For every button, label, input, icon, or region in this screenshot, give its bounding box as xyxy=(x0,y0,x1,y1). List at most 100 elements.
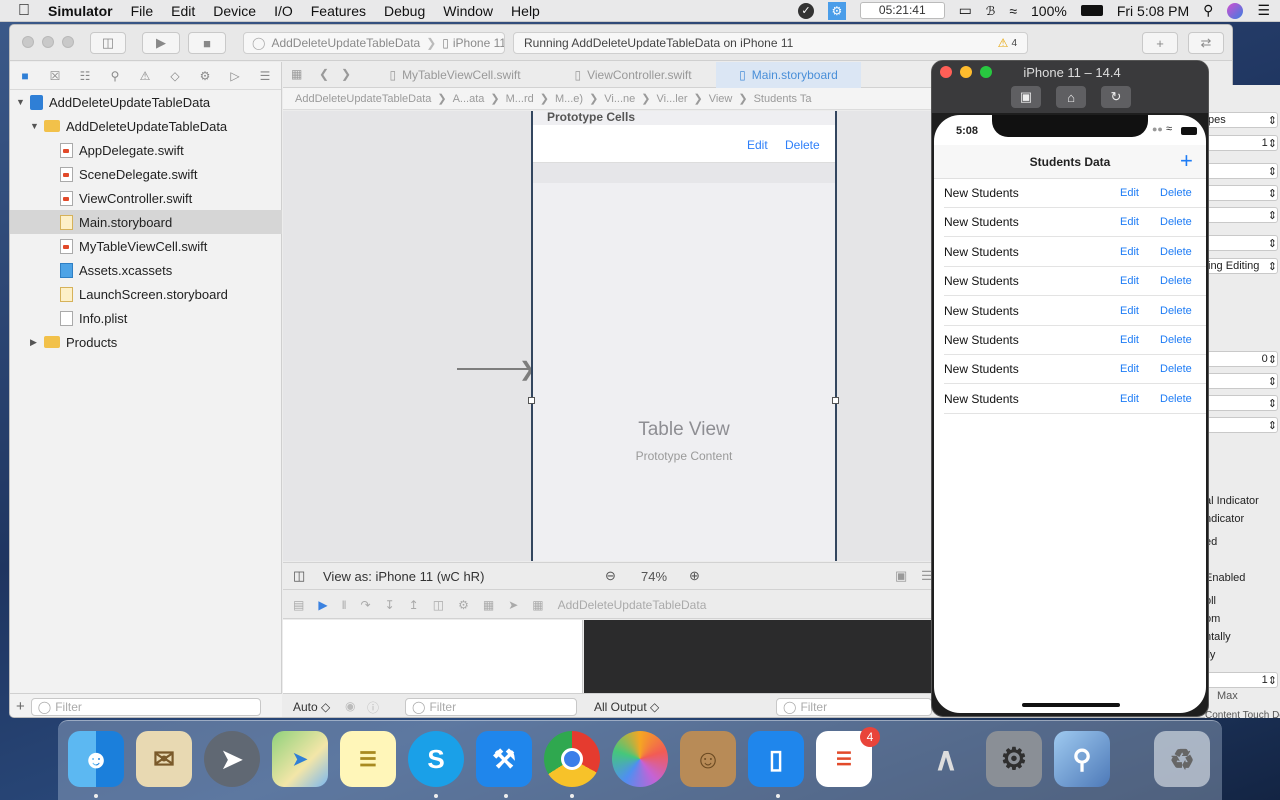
symbol-icon[interactable]: ☷ xyxy=(70,69,100,83)
menu-io[interactable]: I/O xyxy=(265,3,302,19)
table-row[interactable]: New Students Edit Delete xyxy=(944,385,1206,414)
back-arrow-icon[interactable]: ❮ xyxy=(319,67,329,81)
row-edit-button[interactable]: Edit xyxy=(1120,363,1146,375)
tree-row-file[interactable]: Info.plist xyxy=(10,306,282,330)
jumpbar-item[interactable]: M...rd xyxy=(506,93,534,105)
menu-datetime[interactable]: Fri 5:08 PM xyxy=(1117,3,1189,19)
tree-row-project[interactable]: ▼ AddDeleteUpdateTableData xyxy=(10,90,282,114)
skype-icon[interactable]: S xyxy=(408,731,464,787)
tree-row-file[interactable]: SceneDelegate.swift xyxy=(10,162,282,186)
variables-view[interactable] xyxy=(283,620,583,693)
wifi-icon[interactable]: ≈ xyxy=(1009,3,1017,19)
menu-edit[interactable]: Edit xyxy=(162,3,204,19)
inspector-popup[interactable]: ⇕ xyxy=(1205,207,1278,223)
console-filter-input[interactable]: ◯ Filter xyxy=(776,698,932,716)
row-delete-button[interactable]: Delete xyxy=(1160,363,1206,375)
inspector-popup[interactable]: ⇕ xyxy=(1205,417,1278,433)
document-outline-icon[interactable]: ◫ xyxy=(293,568,305,584)
photos-icon[interactable] xyxy=(612,731,668,787)
jumpbar-item[interactable]: A...ata xyxy=(453,93,485,105)
tree-row-file[interactable]: ViewController.swift xyxy=(10,186,282,210)
zoom-out-icon[interactable]: ⊖ xyxy=(605,568,616,584)
jumpbar-item[interactable]: View xyxy=(709,93,733,105)
spotlight-search-icon[interactable]: ⚲ xyxy=(1203,2,1213,19)
row-edit-button[interactable]: Edit xyxy=(1120,393,1146,405)
forward-arrow-icon[interactable]: ❯ xyxy=(341,67,351,81)
storyboard-canvas[interactable]: ❯ Prototype Cells Edit Delete Table View… xyxy=(283,111,934,561)
sim-minimize-button[interactable] xyxy=(960,66,972,78)
report-icon[interactable]: ☰ xyxy=(250,69,280,83)
rotate-button[interactable]: ↻ xyxy=(1101,86,1131,108)
table-row[interactable]: New Students Edit Delete xyxy=(944,208,1206,238)
find-icon[interactable]: ⚲ xyxy=(100,69,130,83)
prototype-cell[interactable]: Edit Delete xyxy=(533,125,835,163)
breakpoints-toggle-icon[interactable]: ▶ xyxy=(318,598,327,612)
tree-row-file[interactable]: LaunchScreen.storyboard xyxy=(10,282,282,306)
add-student-button[interactable]: + xyxy=(1180,148,1193,174)
menu-device[interactable]: Device xyxy=(204,3,265,19)
navigator-filter-input[interactable]: ◯ Filter xyxy=(30,697,261,716)
inspector-popup[interactable]: ing Editing ⇕ xyxy=(1205,258,1278,274)
view-controller-scene[interactable]: Prototype Cells Edit Delete Table View P… xyxy=(528,111,839,561)
table-row[interactable]: New Students Edit Delete xyxy=(944,326,1206,355)
row-delete-button[interactable]: Delete xyxy=(1160,216,1206,228)
disclosure-open-icon[interactable]: ▼ xyxy=(16,97,28,107)
step-into-icon[interactable]: ↧ xyxy=(385,598,395,612)
zoom-in-icon[interactable]: ⊕ xyxy=(689,568,700,584)
tree-row-group[interactable]: ▼ AddDeleteUpdateTableData xyxy=(10,114,282,138)
inspector-popup[interactable]: ⇕ xyxy=(1205,163,1278,179)
folder-icon[interactable]: ■ xyxy=(10,69,40,83)
tree-row-products[interactable]: ▶ Products xyxy=(10,330,282,354)
instruments-icon[interactable]: ∧ xyxy=(918,731,974,787)
menu-window[interactable]: Window xyxy=(434,3,502,19)
row-edit-button[interactable]: Edit xyxy=(1120,305,1146,317)
run-button[interactable]: ▶ xyxy=(142,32,180,54)
vars-scope-select[interactable]: Auto ◇ xyxy=(293,700,330,714)
sim-close-button[interactable] xyxy=(940,66,952,78)
jumpbar-item[interactable]: Vi...ne xyxy=(604,93,635,105)
resize-handle-right[interactable] xyxy=(832,397,839,404)
table-row[interactable]: New Students Edit Delete xyxy=(944,179,1206,208)
row-edit-button[interactable]: Edit xyxy=(1120,275,1146,287)
inspector-stepper[interactable]: 1 ⇕ xyxy=(1205,672,1278,688)
update-frames-icon[interactable]: ▣ xyxy=(895,568,907,584)
step-out-icon[interactable]: ↥ xyxy=(409,598,419,612)
console-view[interactable] xyxy=(584,620,934,693)
check-icon[interactable]: ✓ xyxy=(797,2,814,19)
home-indicator[interactable] xyxy=(1022,703,1120,707)
warning-count[interactable]: 4 xyxy=(1011,38,1017,49)
inspector-stepper[interactable]: 1 ⇕ xyxy=(1205,135,1278,151)
chrome-icon[interactable] xyxy=(544,731,600,787)
preview-icon[interactable]: ⚲ xyxy=(1054,731,1110,787)
gear-status-icon[interactable]: ⚙ xyxy=(827,1,846,20)
jumpbar-item[interactable]: M...e) xyxy=(555,93,583,105)
row-edit-button[interactable]: Edit xyxy=(1120,187,1146,199)
tab-main-storyboard[interactable]: ▯ Main.storyboard xyxy=(716,62,861,88)
clock-widget[interactable]: 05:21:41 xyxy=(859,2,945,19)
close-button[interactable] xyxy=(22,36,34,48)
eye-icon[interactable]: ◉ xyxy=(345,699,355,713)
zoom-button[interactable] xyxy=(62,36,74,48)
xcode-icon[interactable]: ⚒ xyxy=(476,731,532,787)
disclosure-open-icon[interactable]: ▼ xyxy=(30,121,42,131)
minimize-button[interactable] xyxy=(42,36,54,48)
row-delete-button[interactable]: Delete xyxy=(1160,187,1206,199)
row-edit-button[interactable]: Edit xyxy=(1120,216,1146,228)
menu-debug[interactable]: Debug xyxy=(375,3,434,19)
debug-icon[interactable]: ⚙ xyxy=(190,69,220,83)
sidebar-toggle-button[interactable]: ◫ xyxy=(90,32,126,54)
simulator-icon[interactable]: ▯ xyxy=(748,731,804,787)
launchpad-icon[interactable]: ➤ xyxy=(204,731,260,787)
jumpbar-item[interactable]: Students Ta xyxy=(754,93,812,105)
console-output-select[interactable]: All Output ◇ xyxy=(594,700,659,714)
resize-handle-left[interactable] xyxy=(528,397,535,404)
table-row[interactable]: New Students Edit Delete xyxy=(944,355,1206,385)
cell-delete-button[interactable]: Delete xyxy=(785,138,820,152)
tree-row-file-selected[interactable]: Main.storyboard xyxy=(10,210,282,234)
menu-file[interactable]: File xyxy=(122,3,163,19)
jumpbar-item[interactable]: AddDeleteUpdateTableData xyxy=(295,93,431,105)
row-delete-button[interactable]: Delete xyxy=(1160,393,1206,405)
info-icon[interactable]: ⓘ xyxy=(367,699,379,716)
inspector-popup[interactable]: pes ⇕ xyxy=(1205,112,1278,128)
menu-features[interactable]: Features xyxy=(302,3,375,19)
